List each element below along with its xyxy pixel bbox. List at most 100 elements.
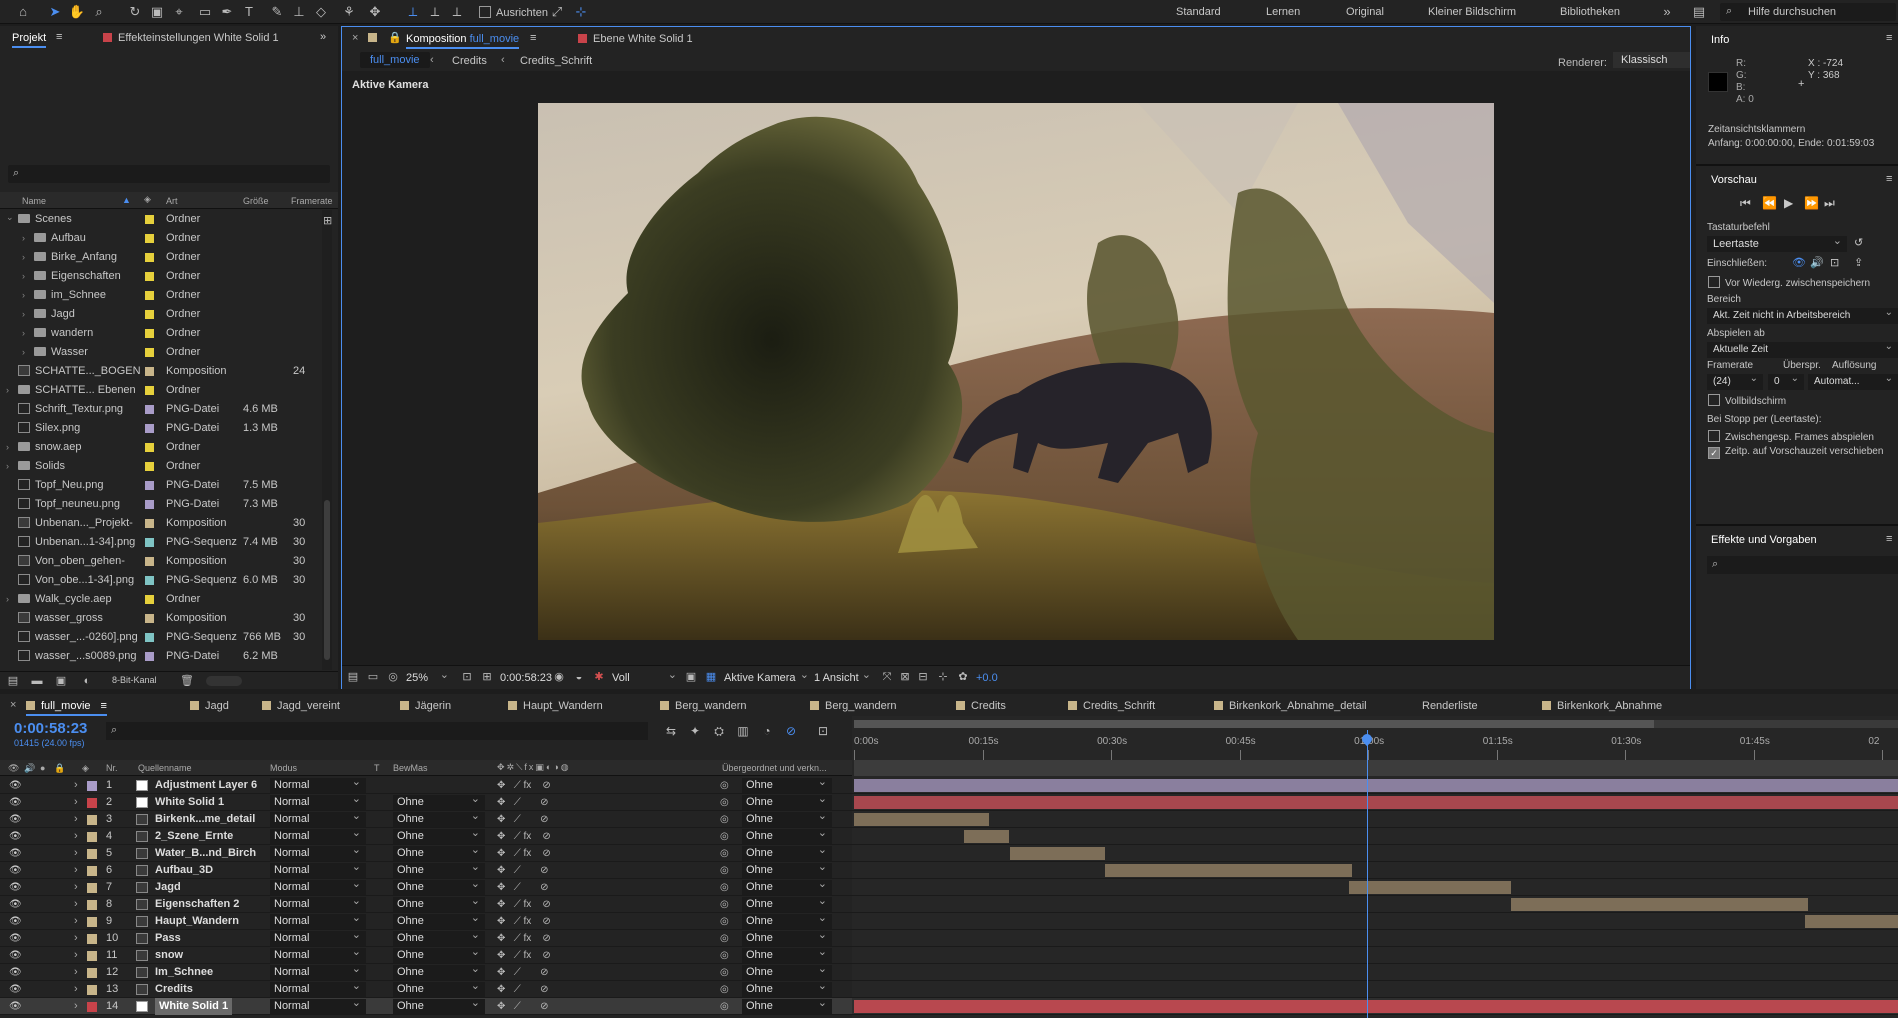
layer-switches[interactable]: ✥ ⟋ ⊘ bbox=[497, 879, 549, 896]
layer-mode-dropdown[interactable]: Normal bbox=[270, 826, 366, 844]
label-color-swatch[interactable] bbox=[87, 985, 97, 995]
label-color-swatch[interactable] bbox=[145, 348, 154, 357]
lock-toggle-icon[interactable]: 🔒 bbox=[54, 763, 65, 774]
timeline-tab[interactable]: Berg_wandern bbox=[660, 700, 747, 712]
trash-icon[interactable]: 🗑 bbox=[178, 672, 196, 690]
layer-switches[interactable]: ✥ ⟋ ⊘ bbox=[497, 964, 549, 981]
timeline-tab[interactable]: Credits_Schrift bbox=[1068, 700, 1155, 712]
layer-row[interactable]: 👁 › 14 White Solid 1 Normal Ohne ✥ ⟋ ⊘ ◎ Ohne bbox=[0, 996, 852, 1015]
layer-switches[interactable]: ✥ ⟋ fx ⊘ bbox=[497, 947, 551, 964]
stop-option-2[interactable]: ✓ Zeitp. auf Vorschauzeit verschieben bbox=[1708, 446, 1883, 459]
layer-trackmatte-dropdown[interactable]: Ohne bbox=[393, 996, 485, 1014]
layer-duration-bar[interactable] bbox=[1009, 847, 1105, 860]
range-dropdown[interactable]: Akt. Zeit nicht in Arbeitsbereich bbox=[1707, 305, 1898, 324]
layer-switches[interactable]: ✥ ⟋ ⊘ bbox=[497, 981, 549, 998]
selection-tool-icon[interactable]: ➤ bbox=[46, 3, 64, 21]
toggle-pixel-aspect-icon[interactable]: ⤧ bbox=[878, 668, 896, 686]
layer-duration-bar[interactable] bbox=[1510, 898, 1809, 911]
last-frame-icon[interactable]: ⏭ bbox=[1824, 196, 1835, 211]
playhead[interactable] bbox=[1366, 730, 1368, 1018]
viewer-timecode[interactable]: 0:00:58:23 bbox=[500, 672, 552, 684]
chevron-right-icon[interactable]: › bbox=[74, 862, 78, 879]
chevron-right-icon[interactable]: › bbox=[22, 324, 25, 343]
eye-icon[interactable]: 👁 bbox=[9, 998, 22, 1015]
title-safe-icon[interactable]: ⊞ bbox=[478, 668, 496, 686]
label-color-swatch[interactable] bbox=[145, 652, 154, 661]
tab-projekt[interactable]: Projekt bbox=[12, 32, 47, 48]
layer-mode-dropdown[interactable]: Normal bbox=[270, 792, 366, 810]
layer-trackmatte-dropdown[interactable]: Ohne bbox=[393, 792, 485, 810]
project-scrollbar[interactable] bbox=[322, 210, 332, 670]
layer-duration-bar[interactable] bbox=[854, 1000, 1898, 1013]
workspace-bibliotheken[interactable]: Bibliotheken bbox=[1560, 6, 1620, 18]
layer-parent-dropdown[interactable]: Ohne bbox=[742, 928, 832, 946]
label-color-swatch[interactable] bbox=[145, 310, 154, 319]
layer-parent-dropdown[interactable]: Ohne bbox=[742, 894, 832, 912]
text-tool-icon[interactable]: T bbox=[240, 3, 258, 21]
timeline-tab[interactable]: Jagd_vereint bbox=[262, 700, 340, 712]
vr-icon[interactable]: ◎ bbox=[384, 668, 402, 686]
project-item[interactable]: wasser_...-0260].png PNG-Sequenz 766 MB 30 bbox=[0, 628, 332, 647]
rotate-tool-icon[interactable]: ↻ bbox=[126, 3, 144, 21]
project-item[interactable]: Unbenan...1-34].png PNG-Sequenz 7.4 MB 30 bbox=[0, 533, 332, 552]
export-icon[interactable]: ⇪ bbox=[1854, 256, 1863, 269]
effects-search-input[interactable]: ⌕ bbox=[1707, 556, 1898, 574]
layer-source-name[interactable]: Pass bbox=[155, 930, 181, 947]
col-groesse[interactable]: Größe bbox=[243, 196, 269, 206]
include-video-icon[interactable]: 👁 bbox=[1792, 256, 1806, 269]
timeline-tab[interactable]: Birkenkork_Abnahme_detail bbox=[1214, 700, 1367, 712]
motion-blur-icon[interactable]: ◔ bbox=[758, 722, 776, 740]
timeline-tab[interactable]: Jägerin bbox=[400, 700, 451, 712]
snap-grid-icon[interactable]: ⊹ bbox=[572, 3, 590, 21]
workspace-lernen[interactable]: Lernen bbox=[1266, 6, 1300, 18]
timeline-search-input[interactable]: ⌕ bbox=[106, 722, 648, 740]
label-color-swatch[interactable] bbox=[87, 815, 97, 825]
always-preview-icon[interactable]: ▤ bbox=[344, 668, 362, 686]
chevron-right-icon[interactable]: › bbox=[74, 930, 78, 947]
pickwhip-icon[interactable]: ◎ bbox=[720, 896, 729, 913]
layer-mode-dropdown[interactable]: Normal bbox=[270, 996, 366, 1014]
chevron-right-icon[interactable]: › bbox=[74, 998, 78, 1015]
layer-parent-dropdown[interactable]: Ohne bbox=[742, 809, 832, 827]
chevron-right-icon[interactable]: › bbox=[74, 896, 78, 913]
flowchart-icon[interactable]: ⊹ bbox=[934, 668, 952, 686]
layer-mode-dropdown[interactable]: Normal bbox=[270, 877, 366, 895]
framerate-dropdown[interactable]: (24) bbox=[1707, 371, 1763, 390]
next-frame-icon[interactable]: ⏩ bbox=[1804, 196, 1819, 210]
layer-mode-dropdown[interactable]: Normal bbox=[270, 962, 366, 980]
panel-menu-icon[interactable]: ≡ bbox=[1886, 173, 1892, 185]
label-color-swatch[interactable] bbox=[87, 781, 97, 791]
project-item[interactable]: Topf_Neu.png PNG-Datei 7.5 MB bbox=[0, 476, 332, 495]
audio-toggle-icon[interactable]: 🔊 bbox=[24, 763, 35, 774]
layer-row[interactable]: 👁 › 3 Birkenk...me_detail Normal Ohne ✥ ⟋ ⊘ ◎ Oh… bbox=[0, 809, 852, 828]
project-search-input[interactable]: ⌕ bbox=[8, 165, 330, 183]
label-color-swatch[interactable] bbox=[145, 443, 154, 452]
pickwhip-icon[interactable]: ◎ bbox=[720, 845, 729, 862]
pickwhip-icon[interactable]: ◎ bbox=[720, 930, 729, 947]
rectangle-tool-icon[interactable]: ▭ bbox=[196, 3, 214, 21]
col-name[interactable]: Name bbox=[22, 196, 46, 206]
chevron-right-icon[interactable]: › bbox=[22, 343, 25, 362]
eye-icon[interactable]: 👁 bbox=[9, 913, 22, 930]
interpret-footage-icon[interactable]: ▤ bbox=[4, 672, 22, 690]
col-source-name[interactable]: Quellenname bbox=[138, 763, 192, 773]
layer-mode-dropdown[interactable]: Normal bbox=[270, 945, 366, 963]
breadcrumb-credits-schrift[interactable]: Credits_Schrift bbox=[520, 55, 592, 67]
time-ruler[interactable]: 0:00s00:15s00:30s00:45s01:00s01:15s01:30… bbox=[852, 730, 1898, 760]
col-bewmas[interactable]: BewMas bbox=[393, 763, 428, 773]
shy-layers-icon[interactable]: ⛭ bbox=[710, 722, 728, 740]
layer-parent-dropdown[interactable]: Ohne bbox=[742, 826, 832, 844]
layer-parent-dropdown[interactable]: Ohne bbox=[742, 860, 832, 878]
eye-icon[interactable]: 👁 bbox=[9, 794, 22, 811]
exposure-value[interactable]: +0.0 bbox=[976, 672, 998, 684]
stop-option-1[interactable]: Zwischengesp. Frames abspielen bbox=[1708, 430, 1874, 443]
pan-behind-tool-icon[interactable]: ⌖ bbox=[170, 3, 188, 21]
panel-menu-icon[interactable]: ≡ bbox=[530, 32, 536, 44]
label-color-swatch[interactable] bbox=[87, 917, 97, 927]
chevron-right-icon[interactable]: › bbox=[74, 981, 78, 998]
label-color-swatch[interactable] bbox=[145, 576, 154, 585]
camera-tool-icon[interactable]: ▣ bbox=[148, 3, 166, 21]
layer-row[interactable]: 👁 › 13 Credits Normal Ohne ✥ ⟋ ⊘ ◎ Ohne bbox=[0, 979, 852, 998]
layer-trackmatte-dropdown[interactable]: Ohne bbox=[393, 979, 485, 997]
layer-source-name[interactable]: Haupt_Wandern bbox=[155, 913, 239, 930]
